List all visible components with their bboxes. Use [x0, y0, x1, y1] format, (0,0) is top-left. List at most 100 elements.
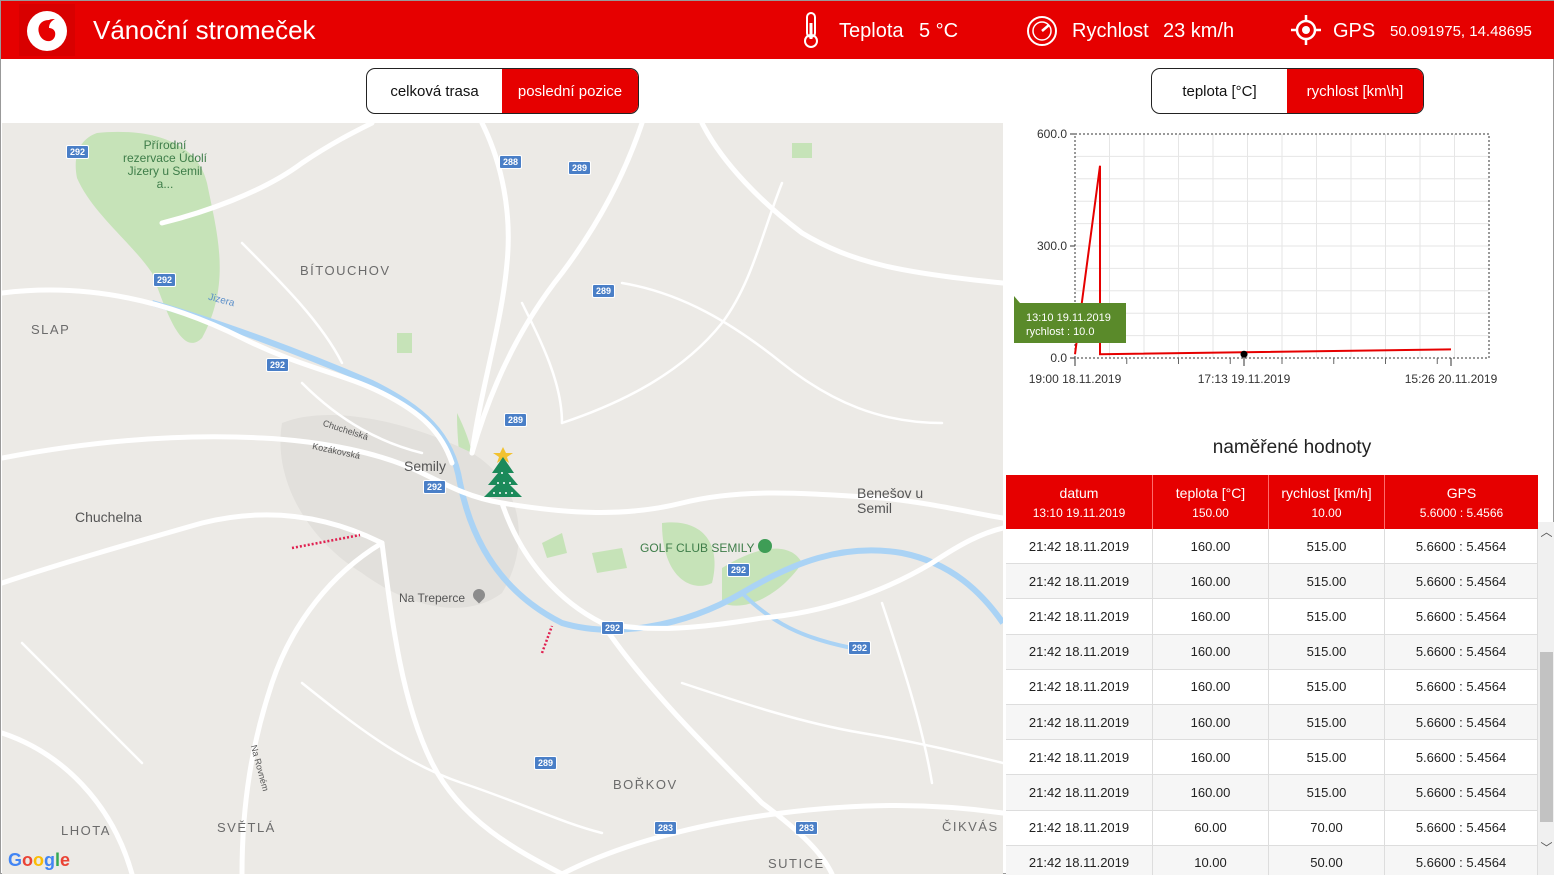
- map-view[interactable]: Přírodní rezervace Údolí Jizery u Semil …: [2, 123, 1003, 874]
- gps-value: 50.091975, 14.48695: [1390, 23, 1532, 40]
- table-body: 21:42 18.11.2019 160.00 515.00 5.6600 : 5.4…: [1006, 529, 1538, 875]
- measurements-table: datum 13:10 19.11.2019 teplota [°C] 150.00…: [1006, 475, 1554, 875]
- table-cell: 21:42 18.11.2019: [1006, 845, 1153, 875]
- table-scrollbar[interactable]: ︿ ﹀: [1538, 522, 1554, 875]
- x-tick-label: 17:13 19.11.2019: [1198, 372, 1291, 386]
- tab-celkova-trasa[interactable]: celková trasa: [367, 69, 502, 113]
- road-shield: 292: [66, 145, 90, 159]
- road-shield: 289: [568, 161, 592, 175]
- table-cell: 5.6600 : 5.4564: [1385, 564, 1538, 599]
- y-tick-label: 300.0: [1037, 239, 1067, 253]
- table-title: naměřené hodnoty: [1212, 437, 1372, 458]
- place-svetla: SVĚTLÁ: [217, 820, 276, 835]
- table-cell: 160.00: [1153, 775, 1269, 810]
- header-bar: Vánoční stromeček Teplota 5 °C Rychlost …: [1, 1, 1554, 59]
- table-row[interactable]: 21:42 18.11.2019 160.00 515.00 5.6600 : 5.4…: [1006, 740, 1538, 776]
- road-shield: 292: [423, 480, 447, 494]
- table-row[interactable]: 21:42 18.11.2019 160.00 515.00 5.6600 : 5.4…: [1006, 775, 1538, 811]
- park-label: Přírodní rezervace Údolí Jizery u Semil …: [122, 138, 208, 191]
- tab-teplota[interactable]: teplota [°C]: [1152, 69, 1287, 113]
- table-cell: 21:42 18.11.2019: [1006, 634, 1153, 669]
- table-cell: 21:42 18.11.2019: [1006, 775, 1153, 810]
- table-cell: 21:42 18.11.2019: [1006, 740, 1153, 775]
- table-cell: 515.00: [1269, 775, 1385, 810]
- place-golf-club: GOLF CLUB SEMILY: [640, 541, 755, 555]
- table-cell: 60.00: [1153, 810, 1269, 845]
- table-row[interactable]: 21:42 18.11.2019 160.00 515.00 5.6600 : 5.4…: [1006, 564, 1538, 600]
- table-cell: 70.00: [1269, 810, 1385, 845]
- place-borkov: BOŘKOV: [613, 777, 678, 792]
- app-window: Vánoční stromeček Teplota 5 °C Rychlost …: [0, 0, 1554, 875]
- tab-rychlost[interactable]: rychlost [km\h]: [1287, 69, 1423, 113]
- table-cell: 5.6600 : 5.4564: [1385, 634, 1538, 669]
- table-cell: 160.00: [1153, 564, 1269, 599]
- table-cell: 515.00: [1269, 740, 1385, 775]
- road-shield: 289: [592, 284, 616, 298]
- table-cell: 5.6600 : 5.4564: [1385, 599, 1538, 634]
- table-row[interactable]: 21:42 18.11.2019 160.00 515.00 5.6600 : 5.4…: [1006, 599, 1538, 635]
- tooltip-arrow: [1014, 296, 1020, 303]
- table-row[interactable]: 21:42 18.11.2019 160.00 515.00 5.6600 : 5.4…: [1006, 634, 1538, 670]
- table-row[interactable]: 21:42 18.11.2019 160.00 515.00 5.6600 : 5.4…: [1006, 529, 1538, 565]
- road-shield: 292: [601, 621, 625, 635]
- table-row[interactable]: 21:42 18.11.2019 160.00 515.00 5.6600 : 5.4…: [1006, 704, 1538, 741]
- tooltip-line1: 13:10 19.11.2019: [1026, 312, 1111, 324]
- thermometer-icon: [799, 11, 823, 54]
- col-gps[interactable]: GPS 5.6000 : 5.4566: [1385, 475, 1538, 529]
- place-slap: SLAP: [31, 322, 71, 337]
- speed-chart[interactable]: 0.0 300.0 600.0 19:00 18.11.2019 17:13 19.11…: [1006, 121, 1554, 396]
- map-mode-toggle: celková trasa poslední pozice: [366, 68, 639, 114]
- y-tick-label: 0.0: [1050, 351, 1067, 365]
- table-cell: 5.6600 : 5.4564: [1385, 704, 1538, 740]
- scroll-down-icon[interactable]: ﹀: [1538, 840, 1554, 857]
- table-cell: 160.00: [1153, 529, 1269, 564]
- road-shield: 292: [266, 358, 290, 372]
- temperature-label: Teplota: [839, 20, 904, 42]
- tab-posledni-pozice[interactable]: poslední pozice: [502, 69, 638, 113]
- col-datum[interactable]: datum 13:10 19.11.2019: [1006, 475, 1153, 529]
- table-cell: 21:42 18.11.2019: [1006, 529, 1153, 564]
- data-point: [1240, 350, 1248, 358]
- temperature-value: 5 °C: [919, 20, 959, 42]
- table-cell: 160.00: [1153, 704, 1269, 740]
- table-cell: 515.00: [1269, 564, 1385, 599]
- table-cell: 50.00: [1269, 845, 1385, 875]
- road-shield: 283: [654, 821, 678, 835]
- y-tick-label: 600.0: [1037, 127, 1067, 141]
- app-title: Vánoční stromeček: [93, 15, 316, 45]
- place-cikvas: ČIKVÁS: [942, 819, 999, 834]
- table-cell: 21:42 18.11.2019: [1006, 564, 1153, 599]
- table-cell: 21:42 18.11.2019: [1006, 599, 1153, 634]
- table-cell: 515.00: [1269, 529, 1385, 564]
- table-cell: 160.00: [1153, 669, 1269, 704]
- series-line: [1074, 165, 1452, 356]
- table-cell: 160.00: [1153, 634, 1269, 669]
- table-cell: 5.6600 : 5.4564: [1385, 810, 1538, 845]
- col-teplota[interactable]: teplota [°C] 150.00: [1153, 475, 1269, 529]
- table-cell: 10.00: [1153, 845, 1269, 875]
- road-shield: 292: [153, 273, 177, 287]
- scroll-up-icon[interactable]: ︿: [1538, 524, 1554, 541]
- road-shield: 283: [795, 821, 819, 835]
- scroll-thumb[interactable]: [1540, 652, 1553, 822]
- table-row[interactable]: 21:42 18.11.2019 10.00 50.00 5.6600 : 5.456…: [1006, 845, 1538, 875]
- table-cell: 21:42 18.11.2019: [1006, 669, 1153, 704]
- road-shield: 292: [727, 563, 751, 577]
- table-cell: 21:42 18.11.2019: [1006, 810, 1153, 845]
- table-cell: 515.00: [1269, 704, 1385, 740]
- table-row[interactable]: 21:42 18.11.2019 60.00 70.00 5.6600 : 5.456…: [1006, 810, 1538, 846]
- google-logo[interactable]: Google: [8, 850, 70, 871]
- place-chuchelna: Chuchelna: [75, 509, 142, 525]
- table-cell: 515.00: [1269, 669, 1385, 704]
- place-semily: Semily: [404, 458, 447, 474]
- table-cell: 5.6600 : 5.4564: [1385, 669, 1538, 704]
- table-cell: 5.6600 : 5.4564: [1385, 529, 1538, 564]
- chart-mode-toggle: teplota [°C] rychlost [km\h]: [1151, 68, 1424, 114]
- speed-label: Rychlost: [1072, 20, 1149, 42]
- col-rychlost[interactable]: rychlost [km/h] 10.00: [1269, 475, 1385, 529]
- table-cell: 160.00: [1153, 740, 1269, 775]
- table-row[interactable]: 21:42 18.11.2019 160.00 515.00 5.6600 : 5.4…: [1006, 669, 1538, 705]
- table-cell: 5.6600 : 5.4564: [1385, 845, 1538, 875]
- speedometer-icon: [1025, 15, 1059, 52]
- road-shield: 288: [499, 155, 523, 169]
